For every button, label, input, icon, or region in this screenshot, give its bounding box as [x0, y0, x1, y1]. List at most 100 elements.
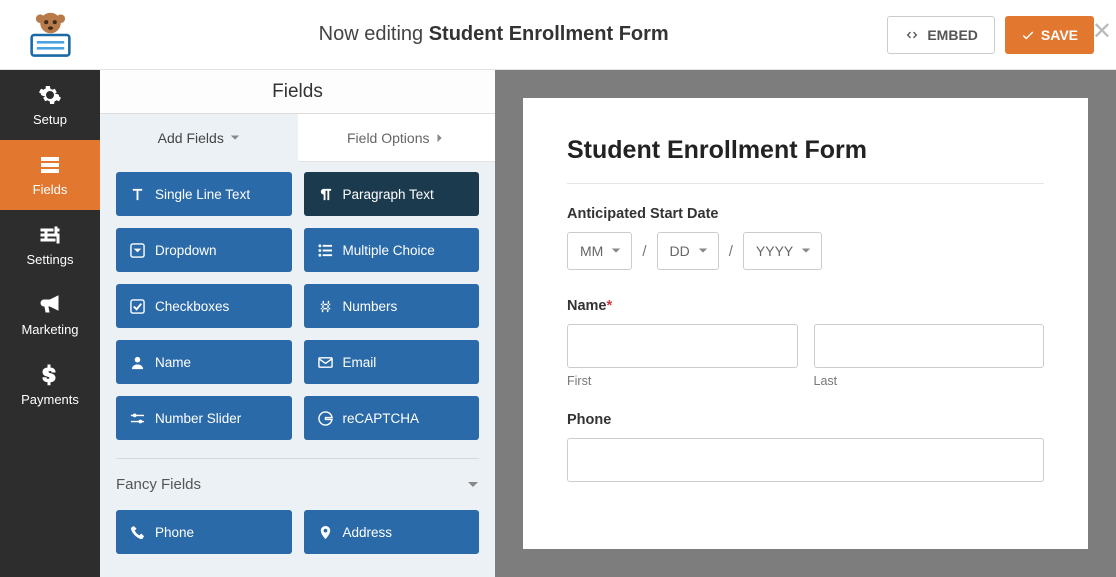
embed-button-label: EMBED: [927, 27, 978, 43]
chevron-down-icon: [467, 479, 479, 491]
sidebar-settings-label: Settings: [27, 252, 74, 267]
field-label: Name: [155, 355, 191, 370]
left-sidebar: Setup Fields Settings Marketing Payments: [0, 70, 100, 577]
tab-options-label: Field Options: [347, 130, 429, 146]
field-label: Multiple Choice: [343, 243, 435, 258]
field-label: Numbers: [343, 299, 398, 314]
date-field-label: Anticipated Start Date: [567, 206, 1044, 222]
chevron-down-icon: [611, 246, 621, 256]
phone-icon: [130, 525, 145, 540]
sliders-h-icon: [130, 411, 145, 426]
field-label: Number Slider: [155, 411, 241, 426]
field-email[interactable]: Email: [304, 340, 480, 384]
first-sublabel: First: [567, 374, 798, 388]
sidebar-setup-label: Setup: [33, 112, 67, 127]
sidebar-item-marketing[interactable]: Marketing: [0, 280, 100, 350]
date-row: MM / DD / YYYY: [567, 232, 1044, 270]
date-day-value: DD: [670, 243, 690, 259]
save-button-label: SAVE: [1041, 27, 1078, 43]
tab-add-label: Add Fields: [158, 130, 224, 146]
last-name-input[interactable]: [814, 324, 1045, 368]
field-label: Address: [343, 525, 393, 540]
envelope-icon: [318, 355, 333, 370]
field-dropdown[interactable]: Dropdown: [116, 228, 292, 272]
field-label: reCAPTCHA: [343, 411, 420, 426]
field-number-slider[interactable]: Number Slider: [116, 396, 292, 440]
name-field-label: Name*: [567, 298, 1044, 314]
hashtag-icon: [318, 299, 333, 314]
gear-icon: [38, 83, 62, 107]
field-address[interactable]: Address: [304, 510, 480, 554]
field-multiple-choice[interactable]: Multiple Choice: [304, 228, 480, 272]
phone-field-label: Phone: [567, 412, 1044, 428]
app-logo: [0, 0, 100, 70]
date-month-select[interactable]: MM: [567, 232, 632, 270]
standard-fields-grid: Single Line Text Paragraph Text Dropdown…: [116, 172, 479, 440]
field-phone[interactable]: Phone: [116, 510, 292, 554]
code-icon: [904, 27, 920, 43]
wpforms-logo-icon: [23, 11, 78, 59]
chevron-right-icon: [435, 133, 445, 143]
fancy-fields-grid: Phone Address: [116, 510, 479, 574]
panel-header: Fields: [100, 70, 495, 114]
tab-field-options[interactable]: Field Options: [298, 114, 496, 162]
list-rows-icon: [38, 153, 62, 177]
form-preview-wrap[interactable]: Student Enrollment Form Anticipated Star…: [495, 70, 1116, 577]
sliders-icon: [38, 223, 62, 247]
field-single-line-text[interactable]: Single Line Text: [116, 172, 292, 216]
field-recaptcha[interactable]: reCAPTCHA: [304, 396, 480, 440]
name-label-text: Name: [567, 298, 607, 314]
chevron-down-icon: [230, 133, 240, 143]
form-preview-title: Student Enrollment Form: [567, 136, 1044, 184]
check-square-icon: [130, 299, 145, 314]
embed-button[interactable]: EMBED: [887, 16, 995, 54]
sidebar-payments-label: Payments: [21, 392, 79, 407]
save-button[interactable]: SAVE: [1005, 16, 1094, 54]
name-sublabels: First Last: [567, 374, 1044, 388]
check-icon: [1021, 28, 1035, 42]
main-area: Setup Fields Settings Marketing Payments…: [0, 70, 1116, 577]
field-numbers[interactable]: Numbers: [304, 284, 480, 328]
sidebar-marketing-label: Marketing: [21, 322, 78, 337]
date-separator: /: [642, 243, 646, 260]
sidebar-fields-label: Fields: [33, 182, 68, 197]
tab-add-fields[interactable]: Add Fields: [100, 114, 298, 162]
chevron-down-icon: [698, 246, 708, 256]
caret-square-icon: [130, 243, 145, 258]
required-marker: *: [607, 298, 613, 314]
field-label: Paragraph Text: [343, 187, 434, 202]
date-month-value: MM: [580, 243, 603, 259]
field-name[interactable]: Name: [116, 340, 292, 384]
date-day-select[interactable]: DD: [657, 232, 719, 270]
sidebar-item-fields[interactable]: Fields: [0, 140, 100, 210]
field-label: Phone: [155, 525, 194, 540]
list-ul-icon: [318, 243, 333, 258]
date-year-select[interactable]: YYYY: [743, 232, 822, 270]
panel-body[interactable]: Single Line Text Paragraph Text Dropdown…: [100, 162, 495, 577]
sidebar-item-payments[interactable]: Payments: [0, 350, 100, 420]
text-cursor-icon: [130, 187, 145, 202]
fields-panel: Fields Add Fields Field Options Single L…: [100, 70, 495, 577]
sidebar-item-setup[interactable]: Setup: [0, 70, 100, 140]
top-bar: Now editing Student Enrollment Form EMBE…: [0, 0, 1116, 70]
first-name-input[interactable]: [567, 324, 798, 368]
sidebar-item-settings[interactable]: Settings: [0, 210, 100, 280]
top-buttons: EMBED SAVE: [887, 16, 1116, 54]
chevron-down-icon: [801, 246, 811, 256]
field-checkboxes[interactable]: Checkboxes: [116, 284, 292, 328]
form-preview: Student Enrollment Form Anticipated Star…: [523, 98, 1088, 549]
fancy-fields-section-header[interactable]: Fancy Fields: [116, 458, 479, 510]
close-icon[interactable]: ✕: [1092, 20, 1112, 44]
paragraph-icon: [318, 187, 333, 202]
phone-input[interactable]: [567, 438, 1044, 482]
date-separator: /: [729, 243, 733, 260]
google-g-icon: [318, 411, 333, 426]
date-year-value: YYYY: [756, 243, 793, 259]
editor-title: Now editing Student Enrollment Form: [100, 23, 887, 46]
name-inputs-row: [567, 324, 1044, 368]
field-paragraph-text[interactable]: Paragraph Text: [304, 172, 480, 216]
user-icon: [130, 355, 145, 370]
panel-tabs: Add Fields Field Options: [100, 114, 495, 162]
map-marker-icon: [318, 525, 333, 540]
last-sublabel: Last: [814, 374, 1045, 388]
